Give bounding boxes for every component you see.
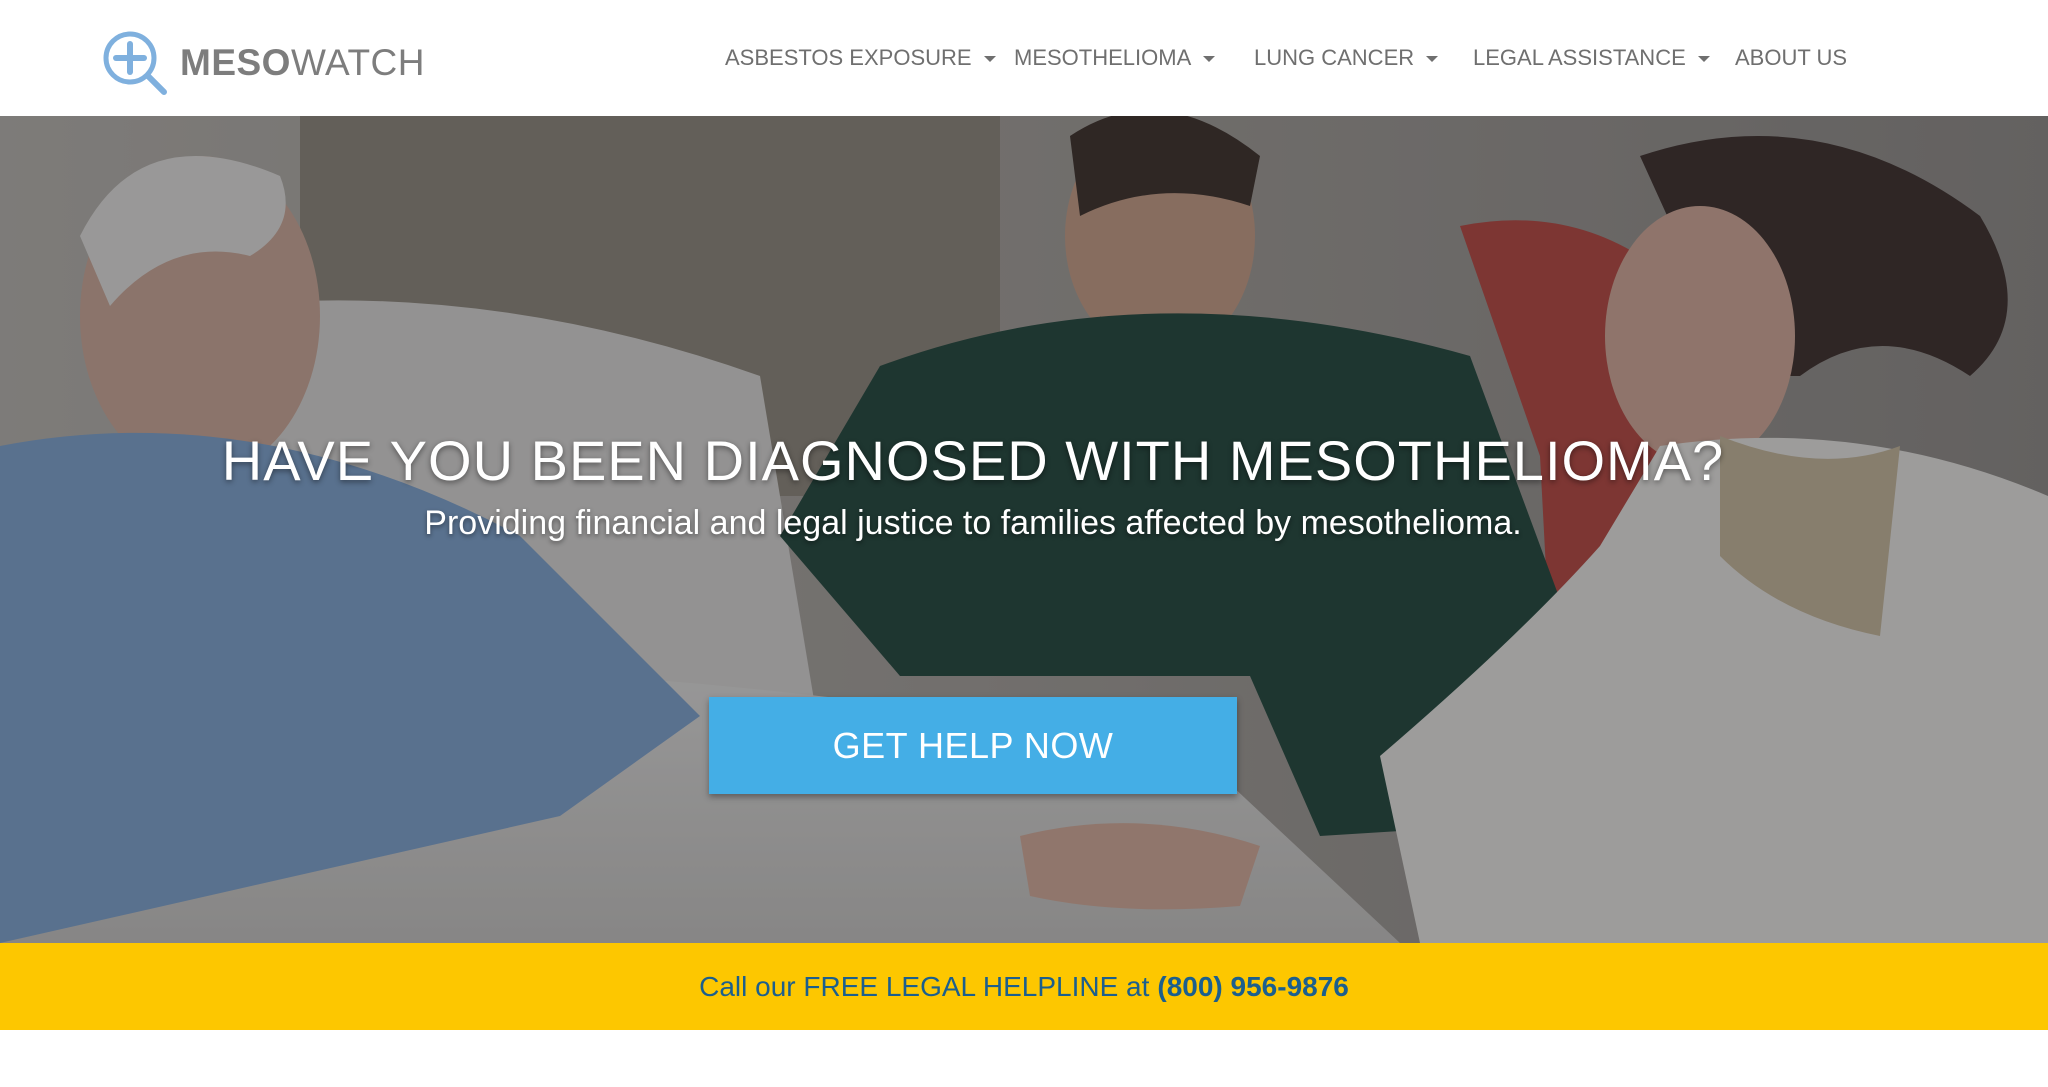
nav-legal-assistance[interactable]: LEGAL ASSISTANCE bbox=[1473, 38, 1710, 78]
logo-text-bold: MESO bbox=[180, 42, 291, 83]
nav-label: ABOUT US bbox=[1735, 45, 1848, 70]
page-content-area bbox=[0, 1030, 2048, 1087]
nav-about-us[interactable]: ABOUT US bbox=[1735, 38, 1847, 78]
logo-text-light: WATCH bbox=[290, 42, 425, 83]
nav-label: ASBESTOS EXPOSURE bbox=[725, 45, 972, 70]
hero-section: HAVE YOU BEEN DIAGNOSED WITH MESOTHELIOM… bbox=[0, 116, 2048, 943]
caret-down-icon bbox=[1203, 56, 1216, 62]
site-header: MESOWATCH ASBESTOS EXPOSURE MESOTHELIOMA… bbox=[0, 0, 2048, 116]
logo-wordmark: MESOWATCH bbox=[180, 42, 425, 84]
nav-mesothelioma[interactable]: MESOTHELIOMA bbox=[1014, 38, 1216, 78]
hero-title: HAVE YOU BEEN DIAGNOSED WITH MESOTHELIOM… bbox=[221, 429, 1725, 492]
caret-down-icon bbox=[1426, 56, 1439, 62]
helpline-bar: Call our FREE LEGAL HELPLINE at (800) 95… bbox=[0, 943, 2048, 1030]
caret-down-icon bbox=[1697, 56, 1710, 62]
helpline-text: Call our FREE LEGAL HELPLINE at bbox=[699, 970, 1150, 1002]
nav-label: LUNG CANCER bbox=[1254, 45, 1415, 70]
nav-asbestos-exposure[interactable]: ASBESTOS EXPOSURE bbox=[725, 38, 996, 78]
nav-lung-cancer[interactable]: LUNG CANCER bbox=[1254, 38, 1439, 78]
site-logo[interactable]: MESOWATCH bbox=[100, 29, 425, 97]
caret-down-icon bbox=[983, 56, 996, 62]
helpline-phone-link[interactable]: (800) 956-9876 bbox=[1157, 971, 1348, 1003]
hero-subtitle: Providing financial and legal justice to… bbox=[424, 504, 1522, 542]
nav-label: LEGAL ASSISTANCE bbox=[1473, 45, 1686, 70]
get-help-now-button[interactable]: GET HELP NOW bbox=[709, 697, 1237, 794]
nav-label: MESOTHELIOMA bbox=[1014, 45, 1192, 70]
magnifier-plus-icon bbox=[103, 31, 167, 95]
